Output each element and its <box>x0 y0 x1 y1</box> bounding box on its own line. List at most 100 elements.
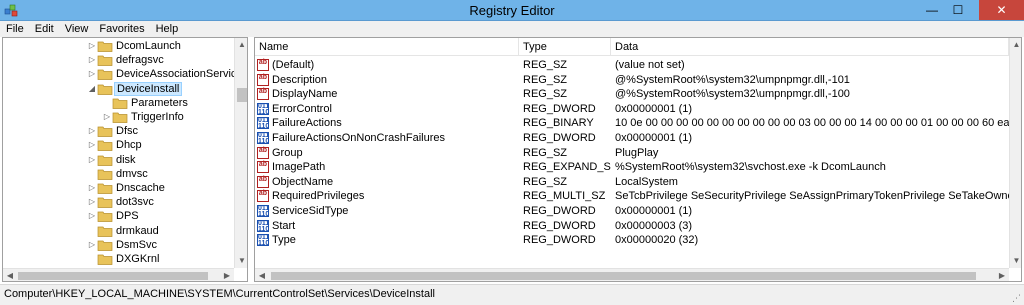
value-row[interactable]: ab RequiredPrivileges REG_MULTI_SZ SeTcbPri… <box>255 189 1009 204</box>
tree-item-label: DeviceInstall <box>114 81 183 96</box>
scroll-thumb[interactable] <box>271 272 976 280</box>
registry-values-list[interactable]: Name Type Data ab (Default) REG_SZ (value n… <box>254 37 1022 282</box>
scroll-down-arrow-icon[interactable]: ▼ <box>1010 254 1021 268</box>
value-row[interactable]: 011 110 Start REG_DWORD 0x00000003 (3) <box>255 219 1009 234</box>
value-type: REG_BINARY <box>523 117 594 130</box>
registry-key-tree[interactable]: ▷ DcomLaunch ▷ defragsvc ▷ DeviceAssociationS… <box>2 37 248 282</box>
menu-bar: File Edit View Favorites Help <box>0 21 1024 37</box>
string-value-icon: ab <box>257 59 269 71</box>
value-row[interactable]: ab DisplayName REG_SZ @%SystemRoot%\system3… <box>255 87 1009 102</box>
collapsed-arrow-icon[interactable]: ▷ <box>88 195 96 209</box>
value-row[interactable]: ab Group REG_SZ PlugPlay <box>255 146 1009 161</box>
folder-icon <box>97 197 113 209</box>
scroll-right-arrow-icon[interactable]: ▶ <box>995 269 1009 281</box>
minimize-button[interactable]: — <box>919 0 945 20</box>
column-header-type[interactable]: Type <box>519 38 611 56</box>
tree-item-label: dmvsc <box>116 167 148 180</box>
maximize-button[interactable]: ☐ <box>945 0 971 20</box>
scroll-thumb[interactable] <box>18 272 208 280</box>
value-type: REG_DWORD <box>523 219 596 232</box>
column-header-name[interactable]: Name <box>255 38 519 56</box>
collapsed-arrow-icon[interactable]: ▷ <box>88 138 96 152</box>
collapsed-arrow-icon[interactable]: ▷ <box>88 67 96 81</box>
value-name: Description <box>272 73 328 86</box>
tree-item[interactable]: ▷ TriggerInfo <box>3 110 234 124</box>
folder-icon <box>97 55 113 67</box>
collapsed-arrow-icon[interactable]: ▷ <box>88 39 96 53</box>
scroll-left-arrow-icon[interactable]: ◀ <box>255 269 269 281</box>
tree-horizontal-scrollbar[interactable]: ◀ ▶ <box>3 268 234 281</box>
tree-item-label: Parameters <box>131 96 188 109</box>
menu-file[interactable]: File <box>0 21 29 36</box>
value-row[interactable]: ab ObjectName REG_SZ LocalSystem <box>255 175 1009 190</box>
collapsed-arrow-icon[interactable]: ▷ <box>88 153 96 167</box>
value-type: REG_MULTI_SZ <box>523 190 606 203</box>
value-data: 0x00000001 (1) <box>615 102 693 115</box>
tree-vertical-scrollbar[interactable]: ▲ ▼ <box>234 38 247 268</box>
value-name: Group <box>272 146 303 159</box>
title-bar[interactable]: Registry Editor — ☐ ✕ <box>0 0 1024 21</box>
tree-item[interactable]: ▷ defragsvc <box>3 53 234 67</box>
tree-item[interactable]: ▷ Dhcp <box>3 138 234 152</box>
value-name: Type <box>272 234 296 247</box>
tree-item[interactable]: dmvsc <box>3 167 234 181</box>
tree-item[interactable]: ▷ DPS <box>3 209 234 223</box>
value-row[interactable]: 011 110 ServiceSidType REG_DWORD 0x00000001 … <box>255 204 1009 219</box>
menu-favorites[interactable]: Favorites <box>93 21 149 36</box>
value-row[interactable]: 011 110 FailureActionsOnNonCrashFailures RE… <box>255 131 1009 146</box>
collapsed-arrow-icon[interactable]: ▷ <box>88 124 96 138</box>
value-row[interactable]: ab Description REG_SZ @%SystemRoot%\system3… <box>255 73 1009 88</box>
folder-icon <box>97 226 113 237</box>
value-type: REG_SZ <box>523 175 568 188</box>
string-value-icon: ab <box>257 175 269 188</box>
tree-item-label: DcomLaunch <box>116 40 181 52</box>
tree-item[interactable]: Parameters <box>3 96 234 110</box>
collapsed-arrow-icon[interactable]: ▷ <box>88 181 96 195</box>
expanded-arrow-icon[interactable]: ◢ <box>88 82 96 96</box>
tree-item[interactable]: ▷ dot3svc <box>3 195 234 209</box>
value-name: ImagePath <box>272 161 326 174</box>
scroll-up-arrow-icon[interactable]: ▲ <box>1010 38 1021 52</box>
menu-help[interactable]: Help <box>150 21 184 36</box>
menu-view[interactable]: View <box>59 21 94 36</box>
collapsed-arrow-icon[interactable]: ▷ <box>103 110 111 124</box>
resize-grip-icon[interactable]: ⋰ <box>1012 293 1022 303</box>
scroll-right-arrow-icon[interactable]: ▶ <box>220 269 234 281</box>
tree-item[interactable]: ▷ disk <box>3 153 234 167</box>
scroll-left-arrow-icon[interactable]: ◀ <box>3 269 17 281</box>
tree-item-label: Dnscache <box>116 182 165 194</box>
value-row[interactable]: 011 110 Type REG_DWORD 0x00000020 (32) <box>255 233 1009 248</box>
value-name: DisplayName <box>272 88 338 101</box>
value-data: (value not set) <box>615 59 685 71</box>
value-row[interactable]: 011 110 ErrorControl REG_DWORD 0x00000001 (1… <box>255 102 1009 117</box>
binary-value-icon: 011 110 <box>257 219 270 233</box>
value-row[interactable]: ab ImagePath REG_EXPAND_SZ %SystemRoot%\sys… <box>255 160 1009 175</box>
tree-item[interactable]: ▷ Dfsc <box>3 124 234 138</box>
folder-icon <box>97 70 113 81</box>
folder-icon <box>112 98 128 109</box>
values-vertical-scrollbar[interactable]: ▲ ▼ <box>1009 38 1021 268</box>
tree-item[interactable]: DXGKrnl <box>3 252 234 266</box>
tree-item[interactable]: drmkaud <box>3 224 234 238</box>
tree-item-label: disk <box>116 153 136 166</box>
tree-item[interactable]: ▷ DcomLaunch <box>3 39 234 53</box>
tree-item-label: defragsvc <box>116 54 164 67</box>
tree-item[interactable]: ◢ DeviceInstall <box>3 81 234 96</box>
value-row[interactable]: ab (Default) REG_SZ (value not set) <box>255 58 1009 73</box>
tree-item[interactable]: ▷ DsmSvc <box>3 238 234 252</box>
column-header-data[interactable]: Data <box>611 38 1009 56</box>
collapsed-arrow-icon[interactable]: ▷ <box>88 209 96 223</box>
tree-item[interactable]: ▷ DeviceAssociationService <box>3 67 243 81</box>
tree-item[interactable]: ▷ Dnscache <box>3 181 234 195</box>
value-row[interactable]: 011 110 FailureActions REG_BINARY 10 0e 00 0… <box>255 116 1009 131</box>
menu-edit[interactable]: Edit <box>29 21 59 36</box>
close-button[interactable]: ✕ <box>979 0 1024 20</box>
collapsed-arrow-icon[interactable]: ▷ <box>88 53 96 67</box>
scroll-thumb[interactable] <box>237 88 247 102</box>
folder-icon <box>97 126 113 138</box>
scroll-down-arrow-icon[interactable]: ▼ <box>235 254 247 268</box>
scroll-up-arrow-icon[interactable]: ▲ <box>235 38 247 52</box>
collapsed-arrow-icon[interactable]: ▷ <box>88 238 96 252</box>
values-horizontal-scrollbar[interactable]: ◀ ▶ <box>255 268 1009 281</box>
value-type: REG_DWORD <box>523 234 596 247</box>
